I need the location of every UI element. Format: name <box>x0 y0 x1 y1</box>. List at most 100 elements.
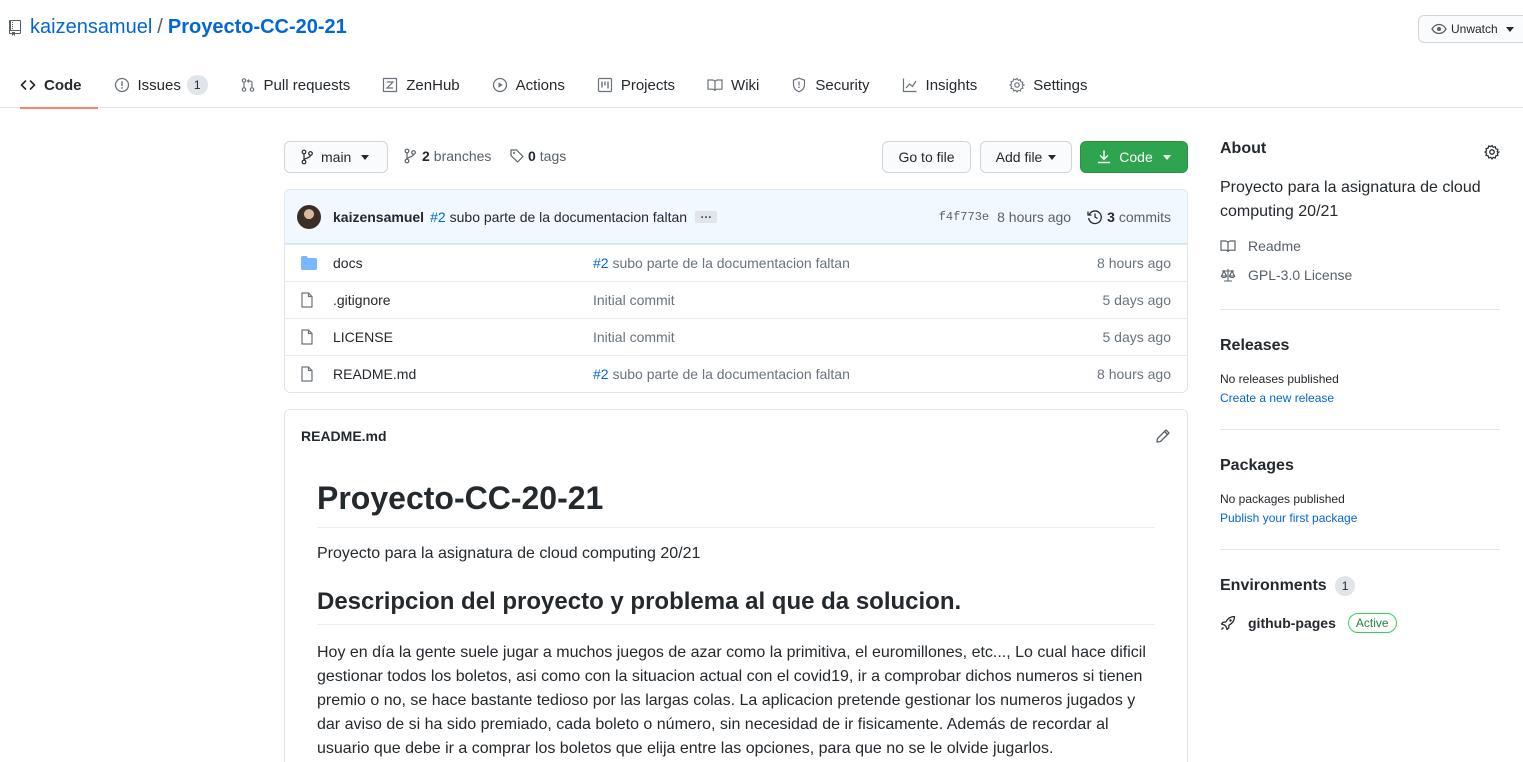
about-description: Proyecto para la asignatura de cloud com… <box>1220 179 1481 220</box>
gear-icon[interactable] <box>1484 144 1500 160</box>
tab-zenhub[interactable]: ZenHub <box>366 62 475 108</box>
commit-sha-link[interactable]: f4f773e <box>939 210 989 224</box>
code-icon <box>20 77 36 93</box>
commit-pr-ref-link[interactable]: #2 <box>430 209 446 225</box>
tab-wiki-label: Wiki <box>731 76 760 94</box>
file-commit-message-link[interactable]: subo parte de la documentacion faltan <box>612 366 849 382</box>
book-icon <box>707 77 723 93</box>
tab-pull-requests-label: Pull requests <box>263 76 351 94</box>
file-name-link[interactable]: LICENSE <box>333 329 393 345</box>
tags-link[interactable]: 0 tags <box>510 148 566 164</box>
file-age: 8 hours ago <box>1097 255 1171 271</box>
folder-icon <box>301 256 317 270</box>
tab-actions-label: Actions <box>515 76 565 94</box>
add-file-label: Add file <box>995 149 1043 165</box>
file-row: .gitignore Initial commit 5 days ago <box>285 281 1187 318</box>
branch-icon <box>301 149 313 165</box>
readme-title: Proyecto-CC-20-21 <box>317 480 1155 528</box>
commits-label: commits <box>1118 209 1171 225</box>
file-icon <box>301 292 313 308</box>
file-commit-message: #2 subo parte de la documentacion faltan <box>593 366 850 382</box>
create-release-link[interactable]: Create a new release <box>1220 391 1500 405</box>
file-name-link[interactable]: docs <box>333 255 363 271</box>
file-name-link[interactable]: .gitignore <box>333 292 391 308</box>
file-name-link[interactable]: README.md <box>333 366 416 382</box>
unwatch-button[interactable]: Unwatch <box>1418 15 1523 43</box>
releases-title: Releases <box>1220 337 1290 354</box>
repo-title: kaizensamuel / Proyecto-CC-20-21 <box>8 16 347 39</box>
readme-content: Proyecto-CC-20-21 Proyecto para la asign… <box>285 462 1187 761</box>
repo-header: kaizensamuel / Proyecto-CC-20-21 Unwatch… <box>0 0 1523 109</box>
license-link[interactable]: GPL-3.0 License <box>1220 267 1500 283</box>
code-download-button[interactable]: Code <box>1080 141 1188 173</box>
zenhub-icon <box>382 77 398 93</box>
tab-actions[interactable]: Actions <box>476 62 581 108</box>
tab-settings[interactable]: Settings <box>993 62 1103 108</box>
tab-insights[interactable]: Insights <box>886 62 994 108</box>
readme-panel: README.md Proyecto-CC-20-21 Proyecto par… <box>284 409 1188 762</box>
commits-history-link[interactable]: 3 commits <box>1087 209 1171 225</box>
commit-message-link[interactable]: subo parte de la documentacion faltan <box>450 209 687 225</box>
avatar[interactable] <box>297 204 321 229</box>
add-file-button[interactable]: Add file <box>980 141 1072 173</box>
chevron-down-icon <box>361 154 370 160</box>
releases-heading[interactable]: Releases <box>1220 337 1500 355</box>
issues-counter: 1 <box>186 75 208 95</box>
packages-heading[interactable]: Packages <box>1220 457 1500 475</box>
branches-link[interactable]: 2 branches <box>404 148 491 164</box>
sidebar-divider <box>1220 429 1500 430</box>
publish-package-link[interactable]: Publish your first package <box>1220 511 1500 525</box>
sidebar-divider <box>1220 309 1500 310</box>
status-badge: Active <box>1347 613 1397 633</box>
tab-wiki[interactable]: Wiki <box>691 62 775 108</box>
repo-owner-link[interactable]: kaizensamuel <box>30 16 152 39</box>
file-age: 5 days ago <box>1102 329 1172 345</box>
file-age: 8 hours ago <box>1097 366 1171 382</box>
go-to-file-button[interactable]: Go to file <box>882 141 971 173</box>
commit-author-link[interactable]: kaizensamuel <box>333 209 424 225</box>
book-icon <box>1220 238 1236 254</box>
tab-issues[interactable]: Issues 1 <box>98 62 224 108</box>
latest-commit-bar: kaizensamuel #2 subo parte de la documen… <box>285 190 1187 244</box>
file-commit-message-link[interactable]: subo parte de la documentacion faltan <box>612 255 849 271</box>
about-title: About <box>1220 140 1267 157</box>
branch-select-button[interactable]: main <box>284 141 388 173</box>
file-icon <box>301 329 313 345</box>
tab-zenhub-label: ZenHub <box>406 76 460 94</box>
file-commit-message-link[interactable]: Initial commit <box>593 292 675 308</box>
tab-code[interactable]: Code <box>20 62 98 109</box>
repo-nav-tabs: Code Issues 1 Pull requests ZenHub Actio… <box>20 62 1103 109</box>
tab-projects[interactable]: Projects <box>581 62 691 108</box>
readme-section-paragraph: Hoy en día la gente suele jugar a muchos… <box>317 644 1146 757</box>
environment-item[interactable]: github-pages Active <box>1220 613 1500 633</box>
tags-count: 0 <box>528 148 536 164</box>
license-link-label: GPL-3.0 License <box>1248 267 1353 283</box>
file-commit-message-link[interactable]: Initial commit <box>593 329 675 345</box>
environments-heading[interactable]: Environments 1 <box>1220 576 1500 596</box>
sidebar-divider <box>1220 549 1500 550</box>
environment-name: github-pages <box>1248 615 1336 631</box>
tab-security[interactable]: Security <box>775 62 885 108</box>
download-icon <box>1097 150 1111 164</box>
repo-name-link[interactable]: Proyecto-CC-20-21 <box>168 16 347 39</box>
file-row: LICENSE Initial commit 5 days ago <box>285 318 1187 355</box>
tab-pull-requests[interactable]: Pull requests <box>224 62 367 108</box>
readme-link[interactable]: Readme <box>1220 238 1500 254</box>
file-commit-ref-link[interactable]: #2 <box>593 366 609 382</box>
pencil-icon[interactable] <box>1155 428 1171 444</box>
unwatch-label: Unwatch <box>1451 22 1498 36</box>
file-commit-message: #2 subo parte de la documentacion faltan <box>593 255 850 271</box>
tab-projects-label: Projects <box>620 76 676 94</box>
expand-commit-button[interactable]: … <box>695 208 718 223</box>
file-commit-ref-link[interactable]: #2 <box>593 255 609 271</box>
tab-insights-label: Insights <box>925 76 978 94</box>
tab-settings-label: Settings <box>1033 76 1088 94</box>
project-icon <box>597 77 613 93</box>
tags-label: tags <box>539 148 567 164</box>
packages-note: No packages published <box>1220 492 1345 506</box>
commit-time: 8 hours ago <box>997 209 1072 225</box>
packages-title: Packages <box>1220 457 1294 474</box>
file-browser: kaizensamuel #2 subo parte de la documen… <box>284 189 1188 393</box>
readme-filename: README.md <box>301 428 387 444</box>
tab-security-label: Security <box>815 76 870 94</box>
